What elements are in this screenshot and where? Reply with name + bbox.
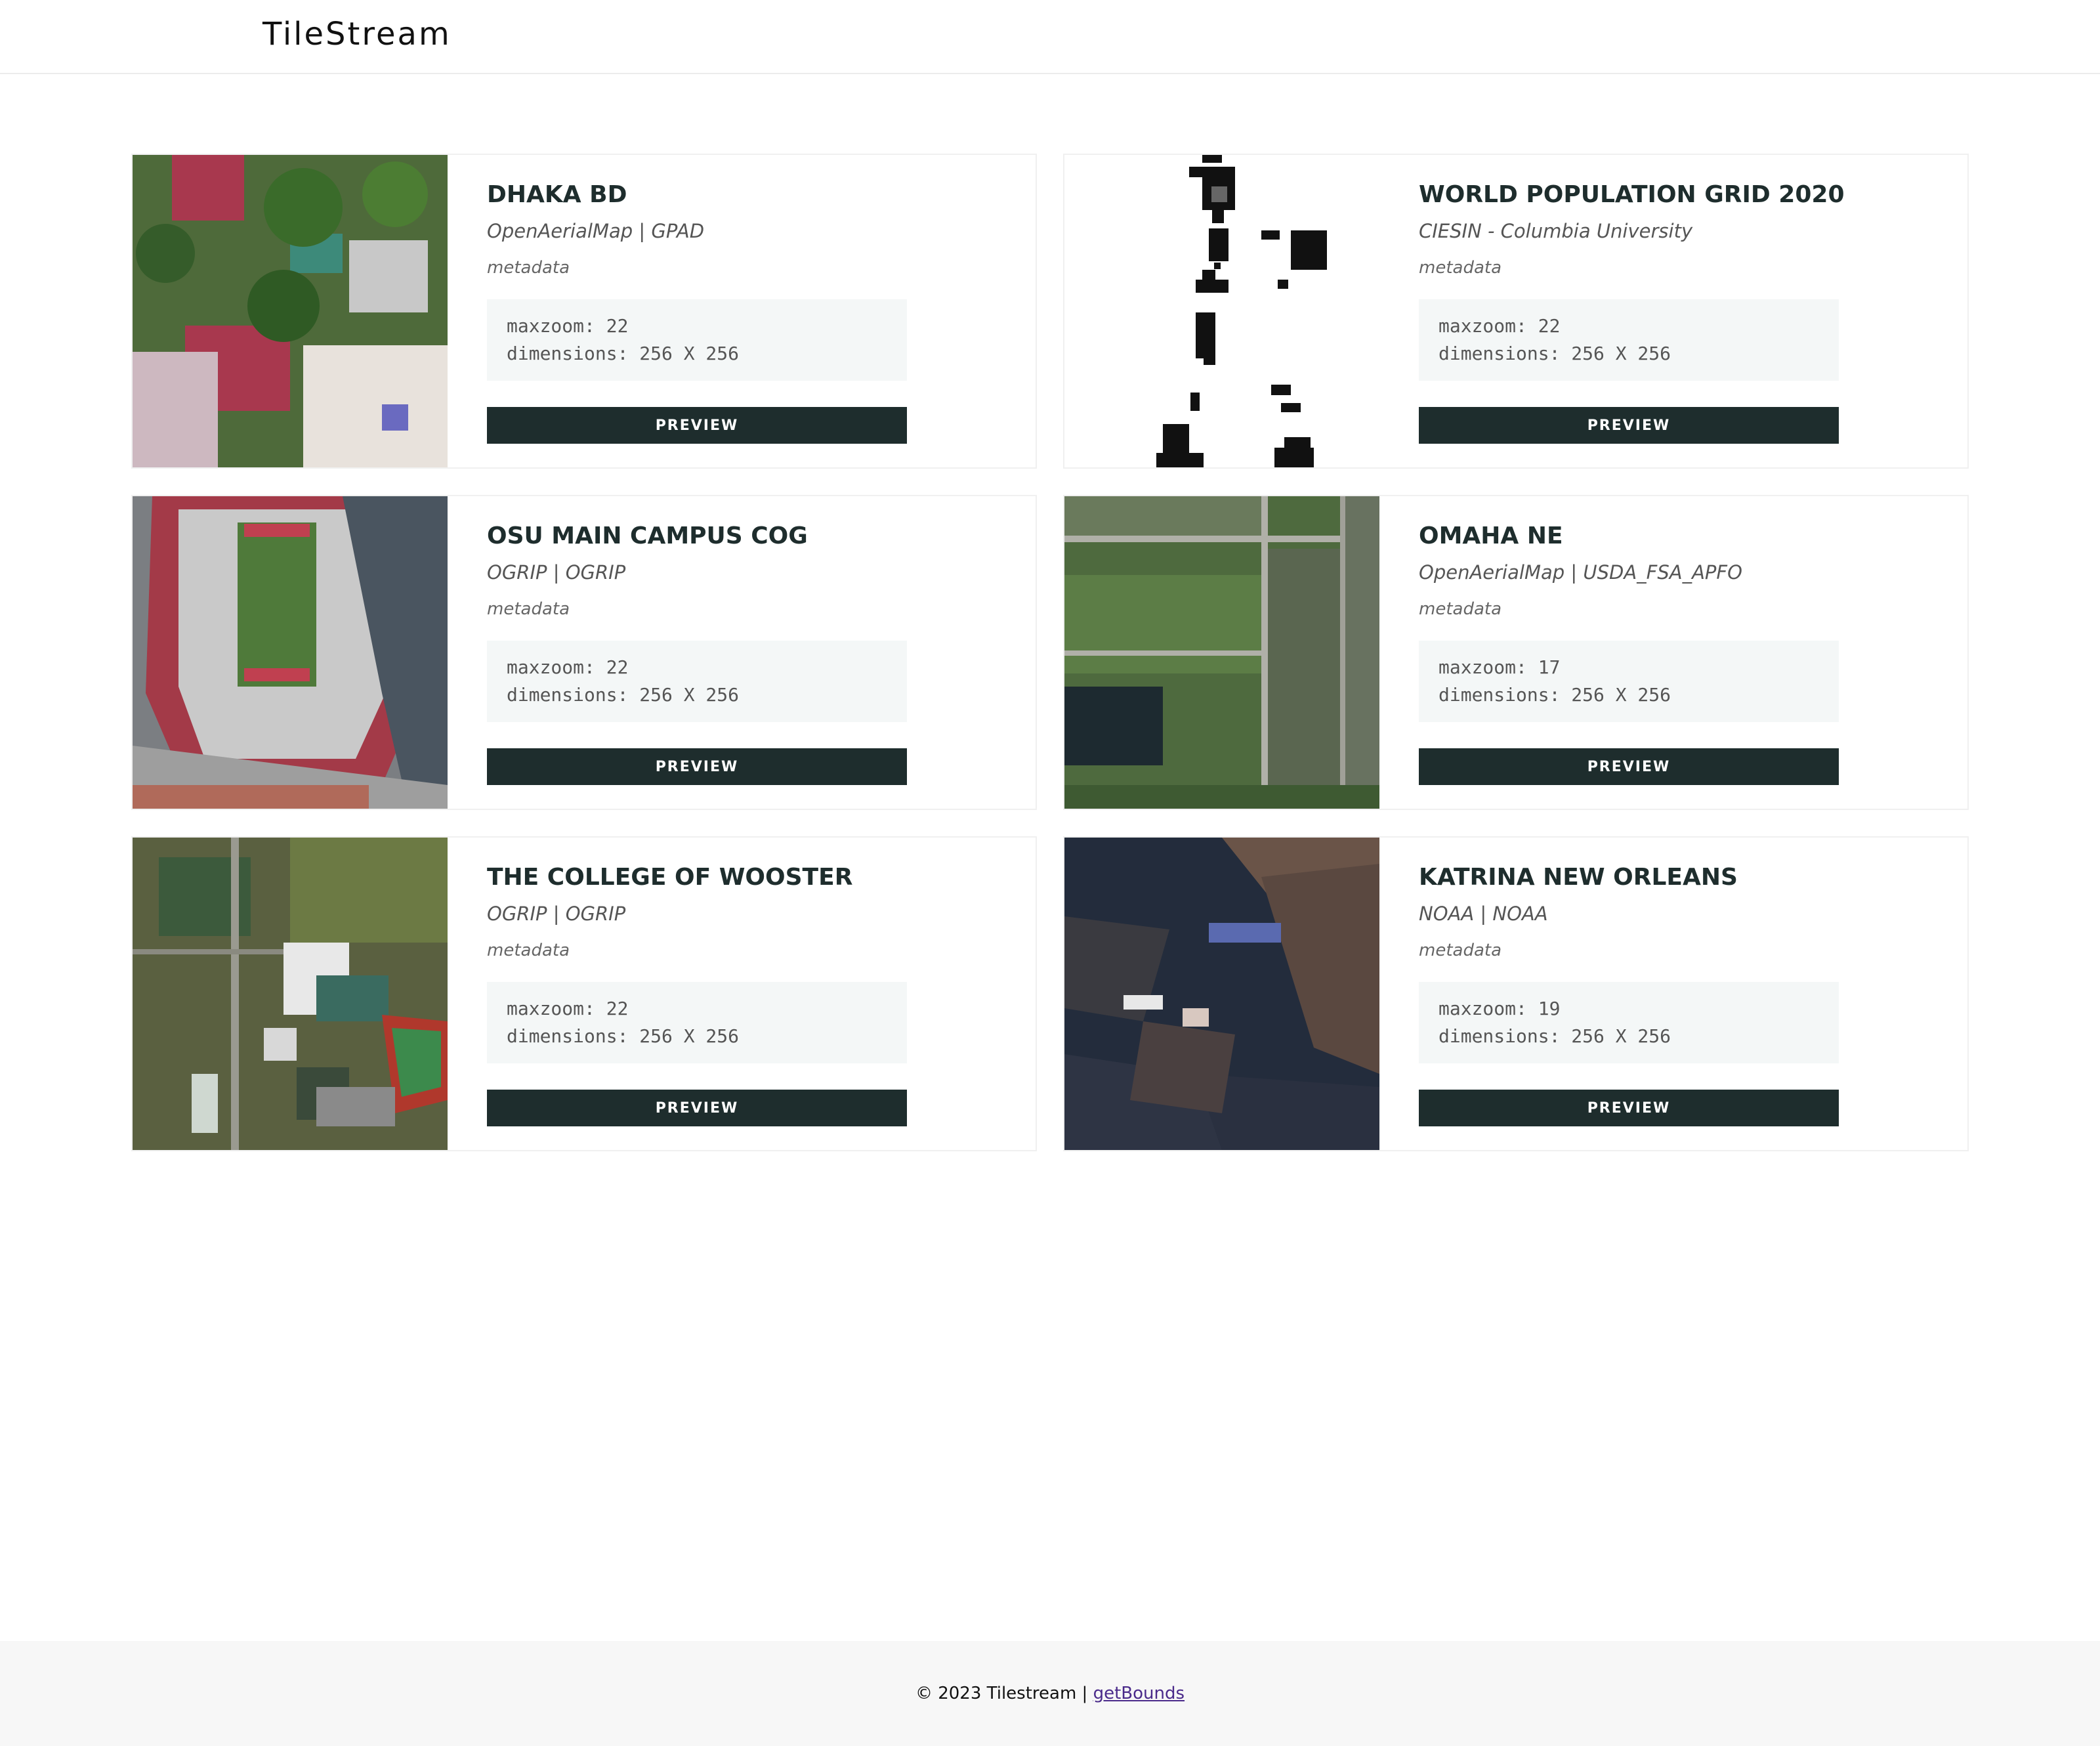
getbounds-link[interactable]: getBounds bbox=[1093, 1684, 1185, 1703]
dimensions-value: dimensions: 256 X 256 bbox=[507, 343, 740, 364]
card-info: THE COLLEGE OF WOOSTER OGRIP | OGRIP met… bbox=[487, 861, 1012, 1126]
card-title: OMAHA NE bbox=[1419, 522, 1563, 549]
card-info: DHAKA BD OpenAerialMap | GPAD metadata m… bbox=[487, 179, 1012, 444]
dimensions-value: dimensions: 256 X 256 bbox=[1438, 343, 1671, 364]
maxzoom-value: maxzoom: 22 bbox=[507, 315, 629, 337]
metadata-label: metadata bbox=[1419, 599, 1502, 619]
tile-thumbnail bbox=[133, 838, 448, 1150]
metadata-label: metadata bbox=[487, 599, 570, 619]
metadata-label: metadata bbox=[1419, 258, 1502, 278]
tileset-card: OSU MAIN CAMPUS COG OGRIP | OGRIP metada… bbox=[131, 495, 1037, 810]
card-info: KATRINA NEW ORLEANS NOAA | NOAA metadata… bbox=[1419, 861, 1944, 1126]
brand-logo[interactable]: TileStream bbox=[262, 16, 452, 53]
card-title: OSU MAIN CAMPUS COG bbox=[487, 522, 808, 549]
metadata-box: maxzoom: 17 dimensions: 256 X 256 bbox=[1419, 641, 1839, 722]
dimensions-value: dimensions: 256 X 256 bbox=[1438, 684, 1671, 706]
maxzoom-value: maxzoom: 22 bbox=[1438, 315, 1561, 337]
tile-thumbnail bbox=[1064, 496, 1379, 809]
metadata-box: maxzoom: 22 dimensions: 256 X 256 bbox=[487, 982, 907, 1063]
card-source: NOAA | NOAA bbox=[1419, 903, 1548, 925]
card-title: WORLD POPULATION GRID 2020 bbox=[1419, 181, 1845, 208]
metadata-box: maxzoom: 22 dimensions: 256 X 256 bbox=[1419, 299, 1839, 381]
preview-button[interactable]: PREVIEW bbox=[1419, 1090, 1839, 1126]
dimensions-value: dimensions: 256 X 256 bbox=[507, 1025, 740, 1047]
card-source: CIESIN - Columbia University bbox=[1419, 220, 1693, 242]
metadata-box: maxzoom: 19 dimensions: 256 X 256 bbox=[1419, 982, 1839, 1063]
footer-copyright: © 2023 Tilestream | bbox=[915, 1684, 1093, 1703]
dimensions-value: dimensions: 256 X 256 bbox=[507, 684, 740, 706]
tile-thumbnail bbox=[133, 496, 448, 809]
tileset-card: WORLD POPULATION GRID 2020 CIESIN - Colu… bbox=[1063, 154, 1969, 469]
card-title: THE COLLEGE OF WOOSTER bbox=[487, 864, 853, 891]
card-info: OMAHA NE OpenAerialMap | USDA_FSA_APFO m… bbox=[1419, 520, 1944, 785]
tileset-grid: DHAKA BD OpenAerialMap | GPAD metadata m… bbox=[131, 154, 1969, 1151]
tile-thumbnail bbox=[1064, 155, 1379, 467]
tile-thumbnail bbox=[133, 155, 448, 467]
card-source: OGRIP | OGRIP bbox=[487, 903, 626, 925]
card-info: WORLD POPULATION GRID 2020 CIESIN - Colu… bbox=[1419, 179, 1944, 444]
card-title: KATRINA NEW ORLEANS bbox=[1419, 864, 1738, 891]
tileset-card: OMAHA NE OpenAerialMap | USDA_FSA_APFO m… bbox=[1063, 495, 1969, 810]
card-source: OpenAerialMap | USDA_FSA_APFO bbox=[1419, 561, 1742, 584]
tileset-card: DHAKA BD OpenAerialMap | GPAD metadata m… bbox=[131, 154, 1037, 469]
metadata-label: metadata bbox=[487, 941, 570, 960]
footer: © 2023 Tilestream | getBounds bbox=[0, 1641, 2100, 1746]
tile-thumbnail bbox=[1064, 838, 1379, 1150]
card-source: OpenAerialMap | GPAD bbox=[487, 220, 705, 242]
tileset-card: KATRINA NEW ORLEANS NOAA | NOAA metadata… bbox=[1063, 836, 1969, 1151]
card-source: OGRIP | OGRIP bbox=[487, 561, 626, 584]
metadata-box: maxzoom: 22 dimensions: 256 X 256 bbox=[487, 299, 907, 381]
preview-button[interactable]: PREVIEW bbox=[487, 407, 907, 444]
card-title: DHAKA BD bbox=[487, 181, 627, 208]
maxzoom-value: maxzoom: 22 bbox=[507, 998, 629, 1019]
metadata-label: metadata bbox=[1419, 941, 1502, 960]
card-info: OSU MAIN CAMPUS COG OGRIP | OGRIP metada… bbox=[487, 520, 1012, 785]
maxzoom-value: maxzoom: 19 bbox=[1438, 998, 1561, 1019]
tileset-card: THE COLLEGE OF WOOSTER OGRIP | OGRIP met… bbox=[131, 836, 1037, 1151]
preview-button[interactable]: PREVIEW bbox=[487, 1090, 907, 1126]
maxzoom-value: maxzoom: 17 bbox=[1438, 656, 1561, 678]
maxzoom-value: maxzoom: 22 bbox=[507, 656, 629, 678]
preview-button[interactable]: PREVIEW bbox=[487, 748, 907, 785]
preview-button[interactable]: PREVIEW bbox=[1419, 407, 1839, 444]
metadata-label: metadata bbox=[487, 258, 570, 278]
dimensions-value: dimensions: 256 X 256 bbox=[1438, 1025, 1671, 1047]
preview-button[interactable]: PREVIEW bbox=[1419, 748, 1839, 785]
metadata-box: maxzoom: 22 dimensions: 256 X 256 bbox=[487, 641, 907, 722]
navbar: TileStream bbox=[0, 0, 2100, 74]
